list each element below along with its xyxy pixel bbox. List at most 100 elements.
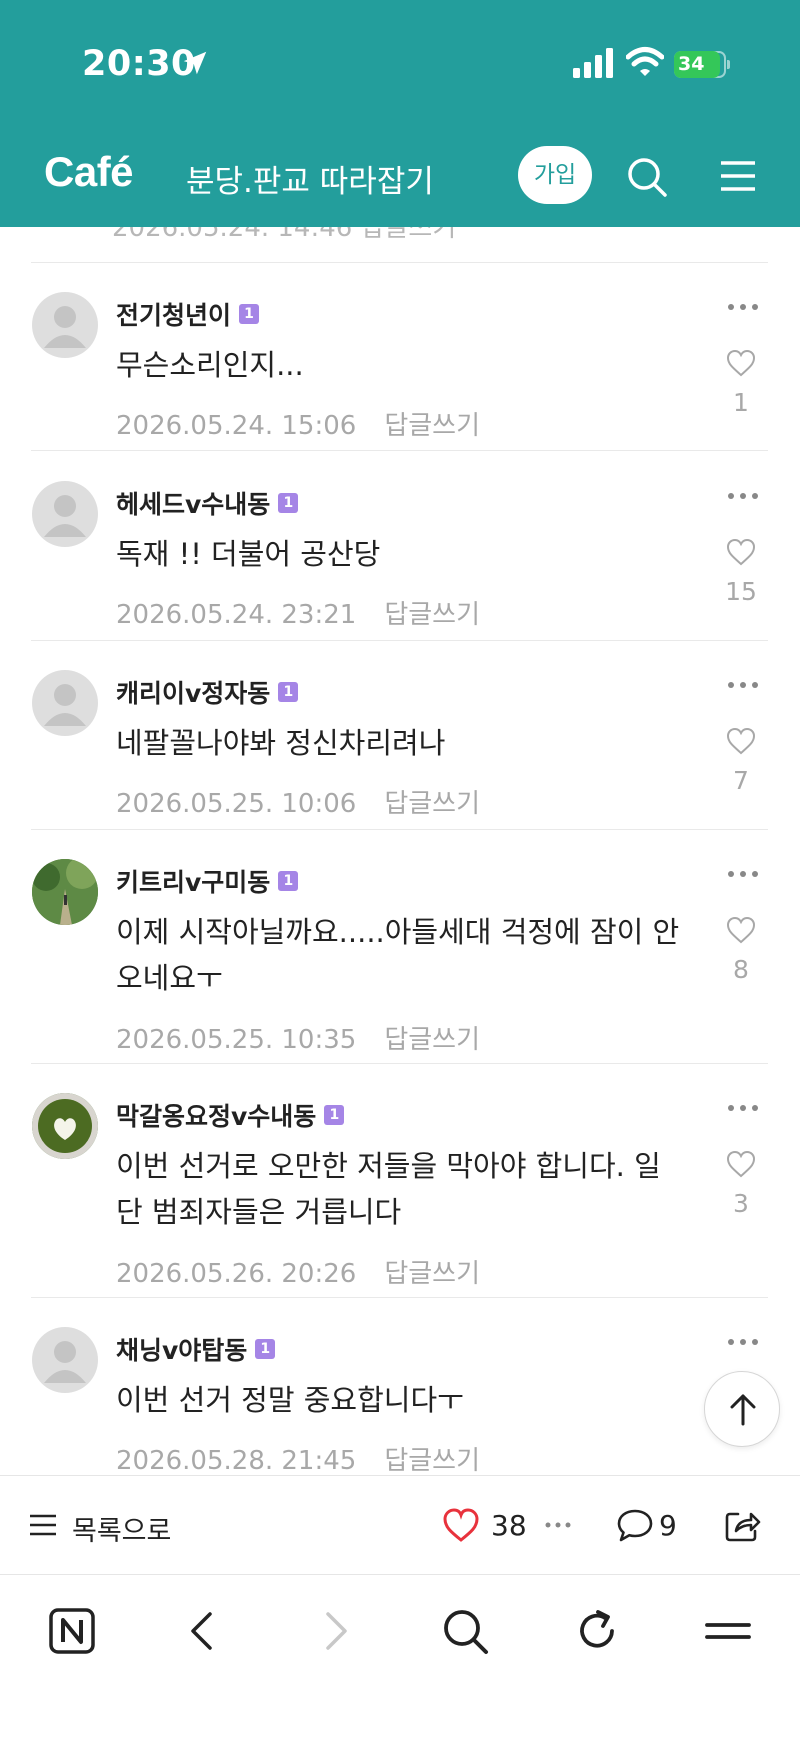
comment-text: 이번 선거로 오만한 저들을 막아야 합니다. 일단 범죄자들은 거릅니다 <box>116 1149 661 1229</box>
divider <box>31 450 768 451</box>
comment-author[interactable]: 키트리v구미동 1 <box>116 863 299 899</box>
post-comment-count: 9 <box>659 1509 677 1542</box>
divider <box>31 829 768 830</box>
like-count: 8 <box>733 955 749 984</box>
more-horizontal-icon[interactable] <box>544 1521 572 1529</box>
default-avatar-icon <box>44 1341 86 1383</box>
like-heart-icon[interactable] <box>725 537 757 567</box>
battery-level: 34 <box>678 53 705 75</box>
avatar-photo[interactable] <box>32 1093 98 1159</box>
avatar[interactable] <box>32 481 98 547</box>
previous-comment-meta: 2026.05.24. 14:46 답글쓰기 <box>112 227 457 243</box>
reply-link[interactable]: 답글쓰기 <box>384 1446 480 1475</box>
member-level-badge: 1 <box>278 871 299 891</box>
more-options-icon[interactable] <box>726 1337 760 1347</box>
divider <box>31 1063 768 1064</box>
list-icon[interactable] <box>30 1513 56 1537</box>
location-arrow-icon <box>183 51 207 75</box>
cafe-name[interactable]: 분당.판교 따라잡기 <box>186 156 434 201</box>
avatar[interactable] <box>32 670 98 736</box>
more-options-icon[interactable] <box>726 302 760 312</box>
share-icon[interactable] <box>722 1505 762 1545</box>
divider <box>31 1297 768 1298</box>
avatar-photo[interactable] <box>32 859 98 925</box>
comment-author[interactable]: 캐리이v정자동 1 <box>116 674 299 710</box>
post-action-bar: 목록으로 38 9 <box>0 1475 800 1575</box>
back-to-list-button[interactable]: 목록으로 <box>72 1509 171 1548</box>
arrow-up-icon <box>730 1394 756 1426</box>
cafe-nav-bar: Café 분당.판교 따라잡기 가입 <box>0 130 800 220</box>
default-avatar-icon <box>44 684 86 726</box>
avatar[interactable] <box>32 1327 98 1393</box>
like-heart-icon[interactable] <box>725 915 757 945</box>
comment-author[interactable]: 헤세드v수내동 1 <box>116 485 299 521</box>
comment-date: 2026.05.26. 20:26 <box>116 1259 357 1289</box>
comment-date: 2026.05.24. 23:21 <box>116 600 357 630</box>
scroll-to-top-button[interactable] <box>704 1371 780 1447</box>
member-level-badge: 1 <box>255 1339 276 1359</box>
comment-author[interactable]: 채닝v야탑동 1 <box>116 1331 276 1367</box>
post-like-count: 38 <box>491 1509 527 1542</box>
naver-home-icon[interactable] <box>47 1606 97 1656</box>
member-level-badge: 1 <box>278 682 299 702</box>
post-like-heart-icon[interactable] <box>442 1507 480 1543</box>
comment-bubble-icon[interactable] <box>616 1507 654 1543</box>
comment-text: 독재 !! 더불어 공산당 <box>116 537 381 571</box>
comment-date: 2026.05.25. 10:06 <box>116 789 357 819</box>
back-chevron-icon[interactable] <box>178 1606 228 1656</box>
search-icon[interactable] <box>625 155 669 199</box>
comment-date: 2026.05.25. 10:35 <box>116 1025 357 1055</box>
more-options-icon[interactable] <box>726 680 760 690</box>
comment-meta: 2026.05.28. 21:45 답글쓰기 <box>116 1440 480 1475</box>
comment-list[interactable]: 2026.05.24. 14:46 답글쓰기 전기청년이 1 무슨소리인지... … <box>0 227 800 1475</box>
member-level-badge: 1 <box>324 1105 345 1125</box>
browser-menu-icon[interactable] <box>703 1606 753 1656</box>
reply-link[interactable]: 답글쓰기 <box>384 1025 480 1055</box>
comment-text: 이번 선거 정말 중요합니다ㅜ <box>116 1383 464 1417</box>
status-time: 20:30 <box>82 44 196 84</box>
forward-chevron-icon <box>326 1612 347 1650</box>
reply-link[interactable]: 답글쓰기 <box>384 411 480 441</box>
comment-date: 2026.05.24. 15:06 <box>116 411 357 441</box>
reply-link[interactable]: 답글쓰기 <box>384 789 480 819</box>
avatar[interactable] <box>32 292 98 358</box>
reply-link[interactable]: 답글쓰기 <box>384 600 480 630</box>
comment-text: 이제 시작아닐까요.....아들세대 걱정에 잠이 안 오네요ㅜ <box>116 915 680 995</box>
top-header: 20:30 34 Café 분당.판교 따라잡기 가입 <box>0 0 800 227</box>
like-heart-icon[interactable] <box>725 726 757 756</box>
more-options-icon[interactable] <box>726 1103 760 1113</box>
like-count: 1 <box>733 388 749 417</box>
member-level-badge: 1 <box>278 493 299 513</box>
wifi-icon <box>626 47 664 76</box>
cellular-signal-icon <box>573 48 613 78</box>
like-heart-icon[interactable] <box>725 348 757 378</box>
comment-meta: 2026.05.26. 20:26 답글쓰기 <box>116 1253 480 1290</box>
default-avatar-icon <box>44 495 86 537</box>
reply-link[interactable]: 답글쓰기 <box>384 1259 480 1289</box>
hamburger-menu-icon[interactable] <box>718 156 758 196</box>
more-options-icon[interactable] <box>726 869 760 879</box>
more-options-icon[interactable] <box>726 491 760 501</box>
comment-author[interactable]: 전기청년이 1 <box>116 296 260 332</box>
like-heart-icon[interactable] <box>725 1149 757 1179</box>
comment-text: 무슨소리인지... <box>116 348 304 382</box>
divider <box>31 640 768 641</box>
browser-search-icon[interactable] <box>440 1606 490 1656</box>
cafe-logo[interactable]: Café <box>44 148 134 196</box>
like-count: 3 <box>733 1189 749 1218</box>
refresh-icon[interactable] <box>572 1606 622 1656</box>
status-bar: 20:30 34 <box>0 0 800 120</box>
comment-meta: 2026.05.24. 23:21 답글쓰기 <box>116 594 480 631</box>
join-button[interactable]: 가입 <box>518 146 592 204</box>
comment-meta: 2026.05.25. 10:35 답글쓰기 <box>116 1019 480 1056</box>
divider <box>31 262 768 263</box>
comment-date: 2026.05.28. 21:45 <box>116 1446 357 1475</box>
comment-text: 네팔꼴나야봐 정신차리려나 <box>116 726 446 760</box>
browser-toolbar <box>0 1576 800 1740</box>
comment-author[interactable]: 막갈옹요정v수내동 1 <box>116 1097 345 1133</box>
comment-meta: 2026.05.24. 15:06 답글쓰기 <box>116 405 480 442</box>
comment-meta: 2026.05.25. 10:06 답글쓰기 <box>116 783 480 820</box>
like-count: 7 <box>733 766 749 795</box>
park-photo-icon <box>32 859 98 925</box>
default-avatar-icon <box>44 306 86 348</box>
